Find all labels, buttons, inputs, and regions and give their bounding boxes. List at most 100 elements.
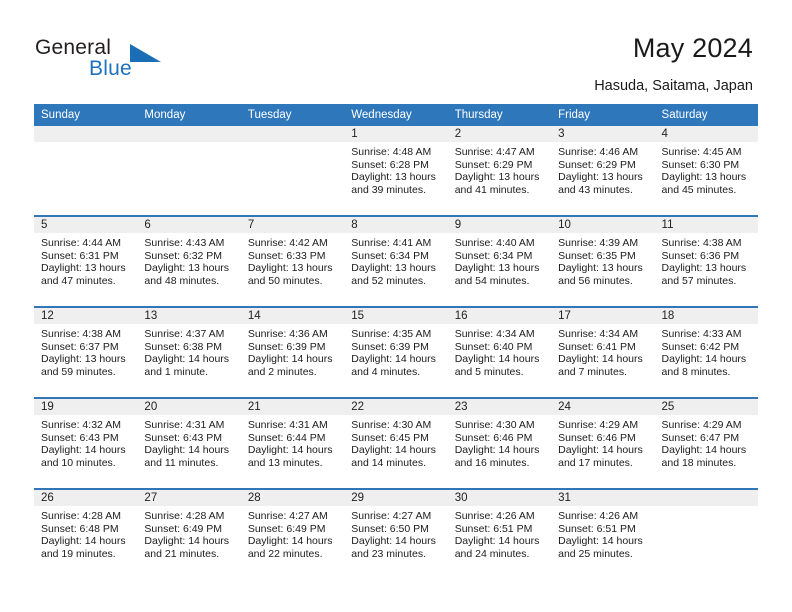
daylight-text: Daylight: 14 hours and 17 minutes. xyxy=(558,444,643,469)
sun-details: Sunrise: 4:31 AM Sunset: 6:43 PM Daylight:… xyxy=(137,415,240,469)
sunrise-text: Sunrise: 4:32 AM xyxy=(41,419,121,431)
calendar-cell-inner: 29 Sunrise: 4:27 AM Sunset: 6:50 PM Dayligh… xyxy=(344,490,448,577)
sun-details: Sunrise: 4:34 AM Sunset: 6:41 PM Daylight:… xyxy=(551,324,654,378)
calendar-cell-inner: 16 Sunrise: 4:34 AM Sunset: 6:40 PM Dayligh… xyxy=(447,308,552,395)
daylight-text: Daylight: 14 hours and 11 minutes. xyxy=(144,444,230,469)
sun-details: Sunrise: 4:29 AM Sunset: 6:46 PM Daylight:… xyxy=(551,415,654,469)
sunset-text: Sunset: 6:32 PM xyxy=(144,249,223,262)
calendar-cell-day[interactable]: 31 Sunrise: 4:26 AM Sunset: 6:51 PM Dayligh… xyxy=(551,488,655,579)
sun-details: Sunrise: 4:46 AM Sunset: 6:29 PM Daylight:… xyxy=(551,142,654,196)
weekday-header-thursday: Thursday xyxy=(447,104,552,126)
calendar-cell-inner: 22 Sunrise: 4:30 AM Sunset: 6:45 PM Dayligh… xyxy=(344,399,448,486)
calendar-cell-day[interactable]: 15 Sunrise: 4:35 AM Sunset: 6:39 PM Dayligh… xyxy=(344,306,448,398)
sun-details: Sunrise: 4:30 AM Sunset: 6:46 PM Daylight:… xyxy=(448,415,551,469)
calendar-cell-inner: 15 Sunrise: 4:35 AM Sunset: 6:39 PM Dayligh… xyxy=(344,308,448,395)
calendar-cell-day[interactable]: 13 Sunrise: 4:37 AM Sunset: 6:38 PM Dayligh… xyxy=(137,306,241,398)
calendar-cell-day[interactable]: 17 Sunrise: 4:34 AM Sunset: 6:41 PM Dayligh… xyxy=(551,306,655,398)
calendar-cell-day[interactable]: 10 Sunrise: 4:39 AM Sunset: 6:35 PM Dayligh… xyxy=(551,215,655,307)
calendar-cell-day[interactable]: 11 Sunrise: 4:38 AM Sunset: 6:36 PM Dayligh… xyxy=(654,215,758,307)
calendar-cell-day[interactable]: 26 Sunrise: 4:28 AM Sunset: 6:48 PM Dayligh… xyxy=(34,488,138,579)
calendar-cell-day[interactable]: 27 Sunrise: 4:28 AM Sunset: 6:49 PM Dayligh… xyxy=(137,488,241,579)
calendar-cell-inner: 24 Sunrise: 4:29 AM Sunset: 6:46 PM Dayligh… xyxy=(551,399,655,486)
sunrise-text: Sunrise: 4:44 AM xyxy=(41,237,121,249)
sunrise-text: Sunrise: 4:34 AM xyxy=(454,328,535,340)
sunset-text: Sunset: 6:37 PM xyxy=(41,340,119,353)
day-number: 1 xyxy=(344,126,448,142)
calendar-cell-day[interactable]: 9 Sunrise: 4:40 AM Sunset: 6:34 PM Daylight… xyxy=(447,215,552,307)
sun-details: Sunrise: 4:37 AM Sunset: 6:38 PM Daylight:… xyxy=(137,324,240,378)
daylight-text: Daylight: 13 hours and 39 minutes. xyxy=(351,171,436,196)
day-number: 24 xyxy=(551,399,655,415)
calendar-cell-day[interactable]: 18 Sunrise: 4:33 AM Sunset: 6:42 PM Dayligh… xyxy=(654,306,758,398)
calendar-page: General Blue May 2024 Hasuda, Saitama, J… xyxy=(0,0,792,612)
sunset-text: Sunset: 6:44 PM xyxy=(247,431,326,444)
sunrise-text: Sunrise: 4:42 AM xyxy=(247,237,328,249)
daylight-text: Daylight: 14 hours and 2 minutes. xyxy=(247,353,333,378)
calendar-header-row: Sunday Monday Tuesday Wednesday Thursday… xyxy=(34,104,758,126)
calendar-cell-inner: 5 Sunrise: 4:44 AM Sunset: 6:31 PM Daylight… xyxy=(34,217,138,304)
sun-details: Sunrise: 4:27 AM Sunset: 6:49 PM Daylight:… xyxy=(241,506,344,560)
page-location: Hasuda, Saitama, Japan xyxy=(594,78,753,94)
calendar-cell-day[interactable]: 6 Sunrise: 4:43 AM Sunset: 6:32 PM Daylight… xyxy=(137,215,241,307)
calendar-grid: Sunday Monday Tuesday Wednesday Thursday… xyxy=(34,104,758,579)
calendar-cell-inner: 26 Sunrise: 4:28 AM Sunset: 6:48 PM Dayligh… xyxy=(34,490,138,577)
daylight-text: Daylight: 13 hours and 57 minutes. xyxy=(661,262,747,287)
calendar-cell-day[interactable]: 23 Sunrise: 4:30 AM Sunset: 6:46 PM Dayligh… xyxy=(447,397,552,489)
day-number xyxy=(137,126,241,142)
calendar-cell-day[interactable]: 7 Sunrise: 4:42 AM Sunset: 6:33 PM Daylight… xyxy=(240,215,345,307)
calendar-cell-day[interactable]: 19 Sunrise: 4:32 AM Sunset: 6:43 PM Dayligh… xyxy=(34,397,138,489)
daylight-text: Daylight: 14 hours and 10 minutes. xyxy=(41,444,126,469)
sunset-text: Sunset: 6:31 PM xyxy=(41,249,119,262)
calendar-cell-day[interactable]: 8 Sunrise: 4:41 AM Sunset: 6:34 PM Daylight… xyxy=(344,215,448,307)
weekday-header-saturday: Saturday xyxy=(654,104,758,126)
sunset-text: Sunset: 6:49 PM xyxy=(144,522,223,535)
calendar-cell-day[interactable]: 5 Sunrise: 4:44 AM Sunset: 6:31 PM Daylight… xyxy=(34,215,138,307)
calendar-cell-day[interactable]: 28 Sunrise: 4:27 AM Sunset: 6:49 PM Dayligh… xyxy=(240,488,345,579)
calendar-cell-inner: 9 Sunrise: 4:40 AM Sunset: 6:34 PM Daylight… xyxy=(447,217,552,304)
calendar-cell-day[interactable]: 12 Sunrise: 4:38 AM Sunset: 6:37 PM Dayligh… xyxy=(34,306,138,398)
sunrise-text: Sunrise: 4:30 AM xyxy=(454,419,535,431)
calendar-cell-day[interactable]: 3 Sunrise: 4:46 AM Sunset: 6:29 PM Daylight… xyxy=(551,126,655,216)
daylight-text: Daylight: 14 hours and 7 minutes. xyxy=(558,353,643,378)
day-number: 31 xyxy=(551,490,655,506)
sunrise-text: Sunrise: 4:43 AM xyxy=(144,237,225,249)
daylight-text: Daylight: 14 hours and 1 minute. xyxy=(144,353,230,378)
calendar-cell-day[interactable]: 4 Sunrise: 4:45 AM Sunset: 6:30 PM Daylight… xyxy=(654,126,758,216)
weekday-header-friday: Friday xyxy=(551,104,655,126)
weekday-header-wednesday: Wednesday xyxy=(344,104,448,126)
calendar-cell-day[interactable]: 16 Sunrise: 4:34 AM Sunset: 6:40 PM Dayligh… xyxy=(447,306,552,398)
calendar-cell-day[interactable]: 29 Sunrise: 4:27 AM Sunset: 6:50 PM Dayligh… xyxy=(344,488,448,579)
calendar-cell-empty xyxy=(137,126,241,216)
daylight-text: Daylight: 14 hours and 14 minutes. xyxy=(351,444,436,469)
weekday-header-sunday: Sunday xyxy=(34,104,138,126)
calendar-cell-inner: 4 Sunrise: 4:45 AM Sunset: 6:30 PM Daylight… xyxy=(654,126,758,213)
sunset-text: Sunset: 6:28 PM xyxy=(351,158,429,171)
day-number: 16 xyxy=(447,308,552,324)
day-number: 30 xyxy=(447,490,552,506)
calendar-week-row: 5 Sunrise: 4:44 AM Sunset: 6:31 PM Daylight… xyxy=(34,215,758,307)
calendar-cell-day[interactable]: 1 Sunrise: 4:48 AM Sunset: 6:28 PM Daylight… xyxy=(344,126,448,216)
sun-details: Sunrise: 4:26 AM Sunset: 6:51 PM Daylight:… xyxy=(448,506,551,560)
sun-details: Sunrise: 4:27 AM Sunset: 6:50 PM Daylight:… xyxy=(344,506,447,560)
calendar-cell-inner: 12 Sunrise: 4:38 AM Sunset: 6:37 PM Dayligh… xyxy=(34,308,138,395)
calendar-cell-day[interactable]: 30 Sunrise: 4:26 AM Sunset: 6:51 PM Dayligh… xyxy=(447,488,552,579)
calendar-cell-day[interactable]: 25 Sunrise: 4:29 AM Sunset: 6:47 PM Dayligh… xyxy=(654,397,758,489)
calendar-body: 1 Sunrise: 4:48 AM Sunset: 6:28 PM Daylight… xyxy=(34,126,758,579)
calendar-cell-day[interactable]: 22 Sunrise: 4:30 AM Sunset: 6:45 PM Dayligh… xyxy=(344,397,448,489)
sun-details: Sunrise: 4:45 AM Sunset: 6:30 PM Daylight:… xyxy=(655,142,758,196)
calendar-cell-day[interactable]: 20 Sunrise: 4:31 AM Sunset: 6:43 PM Dayligh… xyxy=(137,397,241,489)
sunset-text: Sunset: 6:50 PM xyxy=(351,522,429,535)
calendar-cell-day[interactable]: 14 Sunrise: 4:36 AM Sunset: 6:39 PM Dayligh… xyxy=(240,306,345,398)
sun-details: Sunrise: 4:48 AM Sunset: 6:28 PM Daylight:… xyxy=(344,142,447,196)
sunrise-text: Sunrise: 4:33 AM xyxy=(661,328,742,340)
calendar-cell-day[interactable]: 21 Sunrise: 4:31 AM Sunset: 6:44 PM Dayligh… xyxy=(240,397,345,489)
sunrise-text: Sunrise: 4:28 AM xyxy=(41,510,121,522)
calendar-cell-day[interactable]: 2 Sunrise: 4:47 AM Sunset: 6:29 PM Daylight… xyxy=(447,126,552,216)
general-blue-logo[interactable]: General Blue xyxy=(35,36,215,84)
day-number: 17 xyxy=(551,308,655,324)
calendar-week-row: 1 Sunrise: 4:48 AM Sunset: 6:28 PM Daylight… xyxy=(34,126,758,216)
daylight-text: Daylight: 14 hours and 22 minutes. xyxy=(247,535,333,560)
day-number: 5 xyxy=(34,217,138,233)
sun-details: Sunrise: 4:30 AM Sunset: 6:45 PM Daylight:… xyxy=(344,415,447,469)
calendar-cell-day[interactable]: 24 Sunrise: 4:29 AM Sunset: 6:46 PM Dayligh… xyxy=(551,397,655,489)
